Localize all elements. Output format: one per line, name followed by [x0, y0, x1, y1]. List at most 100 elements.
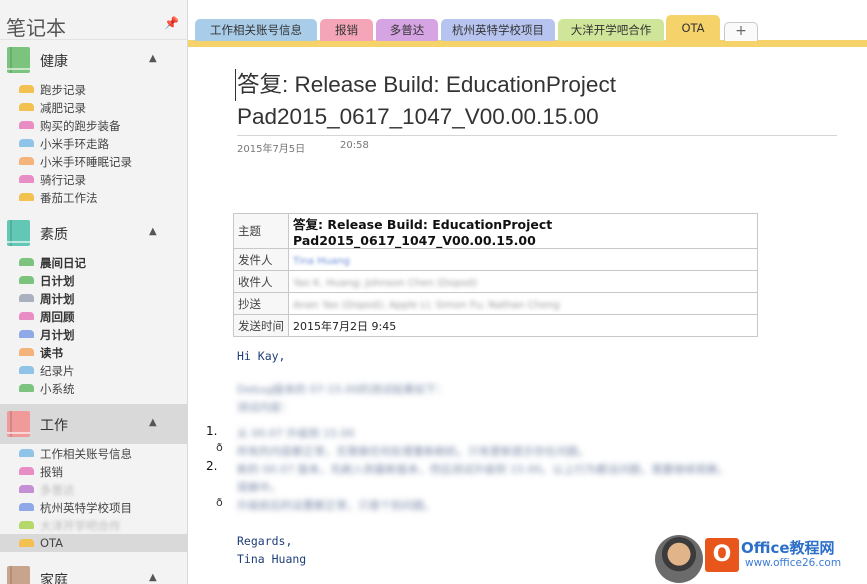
arrow-bullet-icon: ð	[216, 441, 223, 454]
section-tab-icon	[19, 521, 34, 529]
section-tab-icon	[19, 175, 34, 183]
section-list: 健康 ▲ 跑步记录减肥记录购买的跑步装备 小米手环走路 小米手环睡眠记录骑行记录番茄工作…	[0, 40, 187, 584]
page-content[interactable]: 答复: Release Build: EducationProject Pad2…	[188, 47, 867, 584]
sidebar-item-label: 杭州英特学校项目	[40, 501, 132, 515]
notebook-sidebar: 笔记本 📌 健康 ▲ 跑步记录减肥记录购买的跑步装备 小米手环走路 小米手环睡眠记录骑行…	[0, 0, 188, 584]
sidebar-item[interactable]: 工作相关账号信息	[0, 444, 187, 462]
body-line: Debug版本的 07-15.00的测试结果如下：	[237, 383, 448, 396]
sidebar-item[interactable]: 多普达	[0, 480, 187, 498]
section-tab[interactable]: 报销	[320, 19, 373, 41]
sidebar-item-label: 多普达	[40, 483, 75, 497]
section-tab-icon	[19, 276, 34, 284]
chevron-up-icon[interactable]: ▲	[149, 572, 157, 583]
list-number: 2.	[206, 459, 218, 473]
list-item: 所有的内容都正常，无需做任何处理重新刷机，只有更新提示存在问题。	[237, 445, 589, 458]
sidebar-item[interactable]: 购买的跑步装备	[0, 116, 187, 134]
sidebar-item-label: OTA	[40, 536, 64, 550]
section-tab-icon	[19, 294, 34, 302]
title-divider	[237, 135, 837, 136]
sent-key: 发送时间	[233, 314, 289, 337]
section-tab[interactable]: 工作相关账号信息	[195, 19, 317, 41]
table-row: 主题 答复: Release Build: EducationProject P…	[233, 213, 758, 249]
list-item: 从 00.07 升级到 15.00	[237, 427, 355, 440]
section-tab-icon	[19, 449, 34, 457]
list-number: 1.	[206, 424, 218, 438]
sidebar-item-label: 番茄工作法	[40, 191, 98, 205]
sidebar-item[interactable]: 读书	[0, 343, 187, 361]
sidebar-section[interactable]: 家庭 ▲	[0, 559, 187, 584]
page-time: 20:58	[340, 140, 369, 151]
sidebar-item-label: 跑步记录	[40, 83, 86, 97]
sidebar-item-label: 大洋开学吧合作	[40, 519, 121, 533]
sidebar-section-label: 健康	[40, 54, 68, 70]
pin-icon[interactable]: 📌	[164, 16, 179, 30]
sidebar-section[interactable]: 素质 ▲	[0, 213, 187, 253]
sidebar-item[interactable]: 小系统	[0, 379, 187, 397]
sidebar-item-label: 晨间日记	[40, 256, 86, 270]
section-tab[interactable]: 大洋开学吧合作	[558, 19, 664, 41]
chevron-up-icon[interactable]: ▲	[149, 417, 157, 428]
from-key: 发件人	[233, 248, 289, 271]
sidebar-section-label: 素质	[40, 227, 68, 243]
sidebar-item[interactable]: 大洋开学吧合作	[0, 516, 187, 534]
sidebar-item-label: 纪录片	[40, 364, 75, 378]
section-tab-icon	[19, 384, 34, 392]
sidebar-item[interactable]: 小米手环走路	[0, 134, 187, 152]
sidebar-item[interactable]: 杭州英特学校项目	[0, 498, 187, 516]
sidebar-item-label: 购买的跑步装备	[40, 119, 121, 133]
body-line: 测试内容：	[237, 401, 292, 414]
sidebar-item[interactable]: 纪录片	[0, 361, 187, 379]
table-row: 收件人 Yao K. Huang; Johnson Chen (Dopod)	[233, 270, 758, 293]
office-logo-icon: O	[705, 538, 739, 572]
active-tab-color-strip	[188, 40, 867, 47]
sidebar-item[interactable]: 小米手环睡眠记录	[0, 152, 187, 170]
sidebar-item[interactable]: OTA	[0, 534, 187, 552]
sidebar-header: 笔记本 📌	[0, 0, 187, 40]
sidebar-item[interactable]: 周回顾	[0, 307, 187, 325]
sidebar-section[interactable]: 健康 ▲	[0, 40, 187, 80]
sidebar-section[interactable]: 工作 ▲	[0, 404, 187, 444]
section-tab-icon	[19, 121, 34, 129]
sent-value: 2015年7月2日 9:45	[288, 314, 758, 337]
table-row: 抄送 Anan Yao (Dopod); Apple Li; Simon Fu;…	[233, 292, 758, 315]
chevron-up-icon[interactable]: ▲	[149, 226, 157, 237]
sidebar-item-label: 工作相关账号信息	[40, 447, 132, 461]
sidebar-item-list: 跑步记录减肥记录购买的跑步装备 小米手环走路 小米手环睡眠记录骑行记录番茄工作法	[0, 80, 187, 213]
list-item: 新的 00.07 版本，先刷入到最新版本，然后测试升级到 15.00。以上行为都…	[237, 463, 729, 476]
signature: Tina Huang	[237, 552, 307, 566]
section-tab-icon	[19, 193, 34, 201]
sidebar-item-label: 骑行记录	[40, 173, 86, 187]
sidebar-item-label: 月计划	[40, 328, 75, 342]
section-tab[interactable]: OTA	[666, 15, 720, 41]
section-tab-icon	[19, 157, 34, 165]
text-cursor	[235, 69, 236, 101]
cc-value: Anan Yao (Dopod); Apple Li; Simon Fu; Na…	[293, 299, 560, 311]
to-value: Yao K. Huang; Johnson Chen (Dopod)	[293, 277, 478, 289]
sidebar-item[interactable]: 骑行记录	[0, 170, 187, 188]
sidebar-item[interactable]: 报销	[0, 462, 187, 480]
section-tab[interactable]: 杭州英特学校项目	[441, 19, 555, 41]
sidebar-item[interactable]: 月计划	[0, 325, 187, 343]
sidebar-item-label: 减肥记录	[40, 101, 86, 115]
subject-key: 主题	[233, 213, 289, 249]
add-tab-button[interactable]: +	[724, 22, 758, 41]
cc-key: 抄送	[233, 292, 289, 315]
sidebar-item[interactable]: 跑步记录	[0, 80, 187, 98]
section-tab[interactable]: 多普达	[376, 19, 438, 41]
list-item: 观察中。	[237, 481, 281, 494]
section-tab-icon	[19, 485, 34, 493]
section-tab-icon	[19, 503, 34, 511]
subject-value: 答复: Release Build: EducationProject Pad2…	[288, 213, 758, 249]
sidebar-item[interactable]: 周计划	[0, 289, 187, 307]
sidebar-item[interactable]: 晨间日记	[0, 253, 187, 271]
from-value-link[interactable]: Tina Huang	[293, 256, 350, 267]
page-title[interactable]: 答复: Release Build: EducationProject Pad2…	[237, 69, 857, 133]
sidebar-item[interactable]: 番茄工作法	[0, 188, 187, 206]
sidebar-title: 笔记本	[6, 16, 66, 40]
sidebar-item[interactable]: 减肥记录	[0, 98, 187, 116]
sidebar-item-label: 周回顾	[40, 310, 75, 324]
chevron-up-icon[interactable]: ▲	[149, 53, 157, 64]
sidebar-item-label: 报销	[40, 465, 63, 479]
sidebar-item[interactable]: 日计划	[0, 271, 187, 289]
sidebar-item-label: 小米手环走路	[40, 137, 109, 151]
